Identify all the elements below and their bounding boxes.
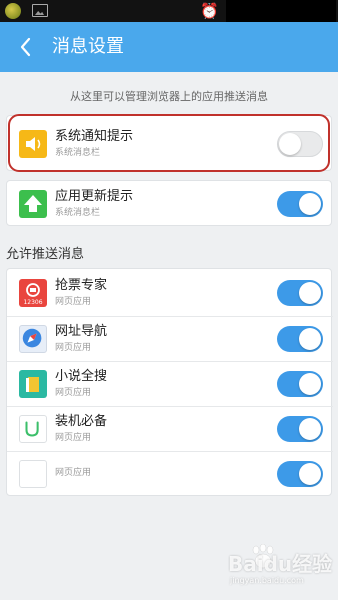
toggle-knob <box>299 463 321 485</box>
list-item-app[interactable]: 网址导航 网页应用 <box>7 317 333 361</box>
app-toggle[interactable] <box>277 416 323 442</box>
notification-app-icon <box>5 3 21 19</box>
u-shape-icon <box>19 415 47 443</box>
app-toggle[interactable] <box>277 280 323 306</box>
icon-label: 12306 <box>23 299 42 306</box>
app-bar: 消息设置 <box>0 22 338 72</box>
toggle-knob <box>299 328 321 350</box>
watermark-text: Baidu经验 <box>228 552 333 576</box>
item-name: 抢票专家 <box>55 278 108 293</box>
item-name: 网址导航 <box>55 324 108 339</box>
item-name: 小说全搜 <box>55 369 108 384</box>
list-item-app[interactable]: 小说全搜 网页应用 <box>7 362 333 406</box>
app-update-card: 应用更新提示 系统消息栏 <box>6 180 332 226</box>
item-subtitle: 网页应用 <box>55 343 92 353</box>
toggle-knob <box>299 282 321 304</box>
watermark-url: jingyan.baidu.com <box>230 576 304 585</box>
hint-text: 从这里可以管理浏览器上的应用推送消息 <box>70 90 268 103</box>
app-update-toggle[interactable] <box>277 191 323 217</box>
item-subtitle: 网页应用 <box>55 433 92 443</box>
page-title: 消息设置 <box>52 36 124 57</box>
train-icon: 12306 <box>19 279 47 307</box>
list-item-app-update[interactable]: 应用更新提示 系统消息栏 <box>7 182 333 226</box>
list-item-app[interactable]: 装机必备 网页应用 <box>7 407 333 451</box>
list-item-app[interactable]: 网页应用 <box>7 452 333 496</box>
toggle-knob <box>299 418 321 440</box>
item-subtitle: 网页应用 <box>55 388 92 398</box>
section-title: 允许推送消息 <box>6 247 85 262</box>
app-toggle[interactable] <box>277 371 323 397</box>
image-icon <box>32 4 48 17</box>
toggle-knob <box>299 193 321 215</box>
toggle-knob <box>299 373 321 395</box>
chevron-left-icon <box>20 37 31 57</box>
item-subtitle: 网页应用 <box>55 468 92 478</box>
list-item-app[interactable]: 12306 抢票专家 网页应用 <box>7 271 333 315</box>
apps-list-card: 12306 抢票专家 网页应用 网址导航 网页应用 小说全搜 网页应用 装机必备… <box>6 268 333 496</box>
alarm-clock-icon: ⏰ <box>200 2 219 20</box>
compass-icon <box>19 325 47 353</box>
status-bar-redacted <box>226 0 336 22</box>
app-toggle[interactable] <box>277 326 323 352</box>
upload-arrow-icon <box>19 190 47 218</box>
book-icon <box>19 370 47 398</box>
app-toggle[interactable] <box>277 461 323 487</box>
item-name: 装机必备 <box>55 414 108 429</box>
annotation-highlight <box>8 114 330 172</box>
back-button[interactable] <box>12 32 40 62</box>
item-subtitle: 网页应用 <box>55 297 92 307</box>
item-name: 应用更新提示 <box>55 189 134 204</box>
status-bar: ⏰ <box>0 0 338 22</box>
item-subtitle: 系统消息栏 <box>55 208 101 218</box>
blank-app-icon <box>19 460 47 488</box>
